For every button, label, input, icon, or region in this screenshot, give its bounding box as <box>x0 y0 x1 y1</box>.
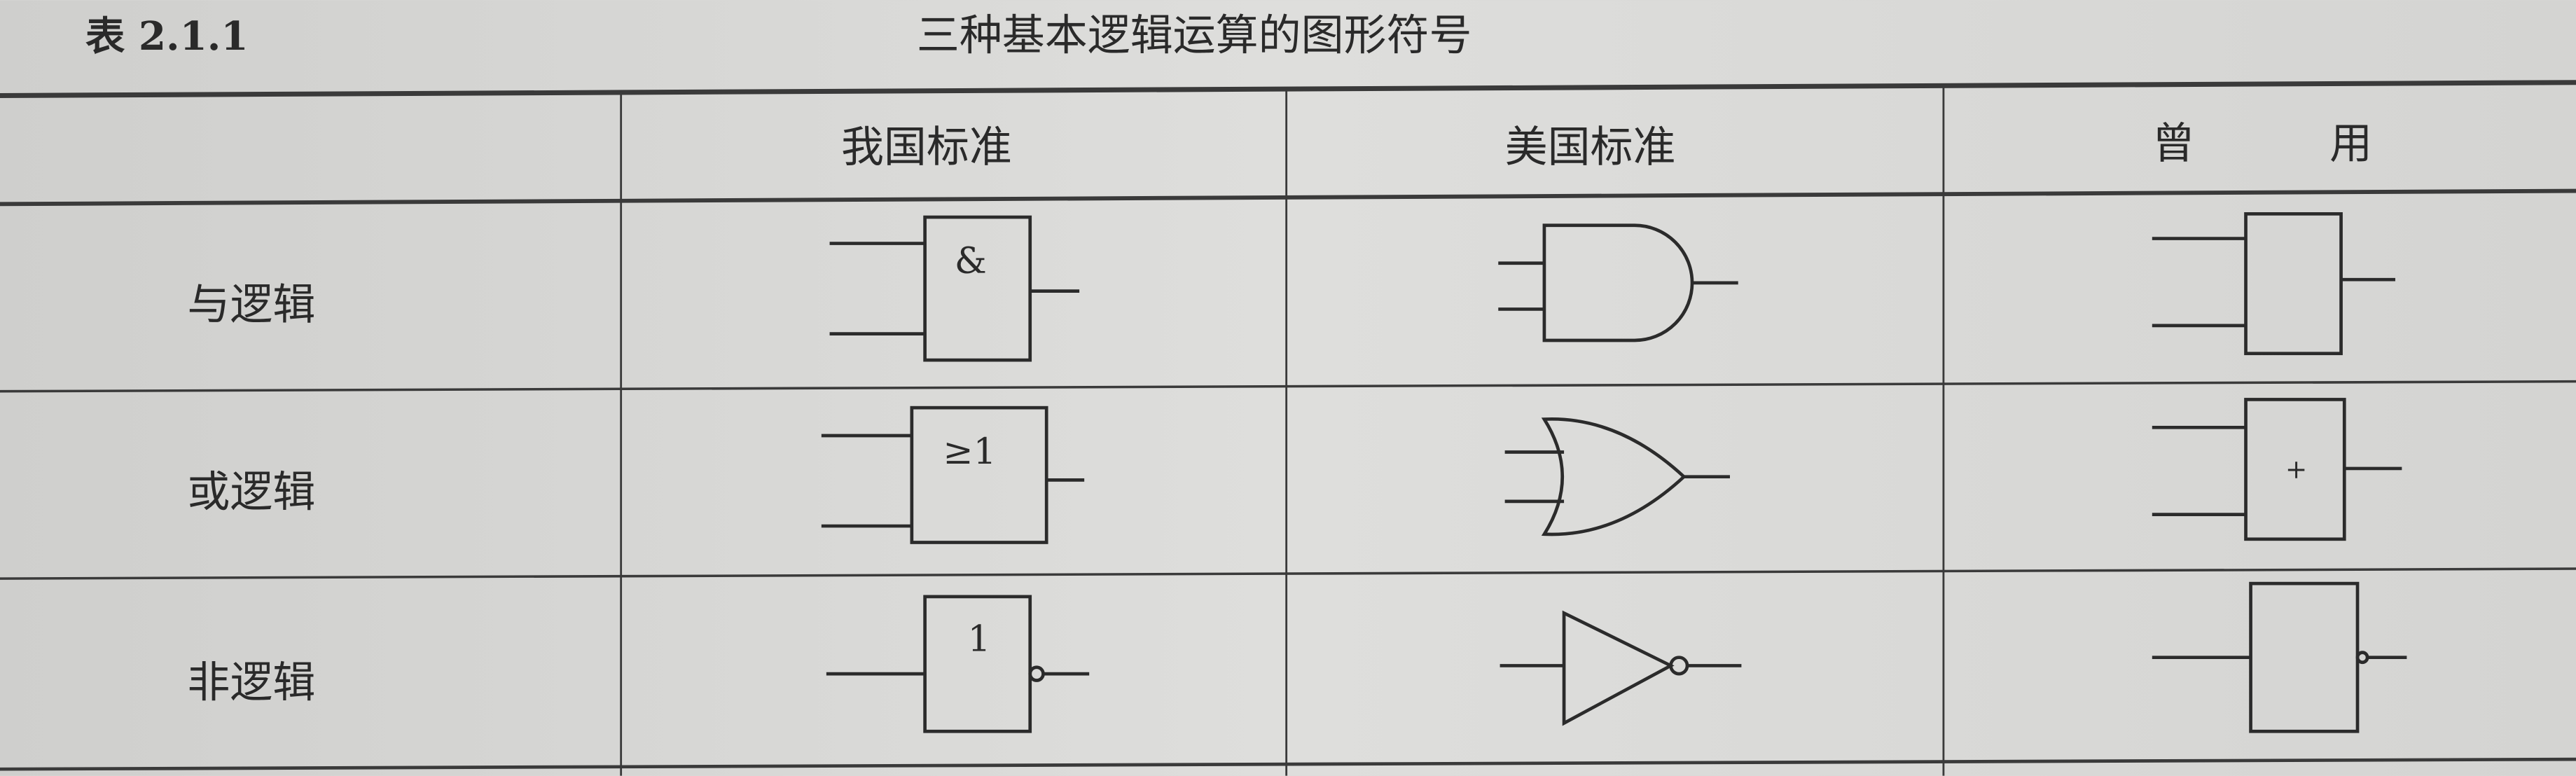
row-label-or: 或逻辑 <box>187 467 315 517</box>
or-old-symbol-text: + <box>2285 454 2307 485</box>
header-cn-standard: 我国标准 <box>841 122 1012 172</box>
not-symbol-text: 1 <box>968 618 991 660</box>
header-formerly-used-1: 曾 <box>2152 119 2195 169</box>
logic-symbols-table: 表 2.1.1 三种基本逻辑运算的图形符号 我国标准 美国标准 曾 用 与逻辑 … <box>0 0 2576 776</box>
page-background <box>0 0 2576 776</box>
table-title: 三种基本逻辑运算的图形符号 <box>917 11 1472 60</box>
or-symbol-text: ≥1 <box>943 431 996 473</box>
header-formerly-used-2: 用 <box>2329 119 2372 169</box>
header-us-standard: 美国标准 <box>1505 122 1676 172</box>
table-number: 表 2.1.1 <box>85 13 249 60</box>
row-label-not: 非逻辑 <box>187 658 315 707</box>
and-symbol-text: & <box>955 240 987 282</box>
row-label-and: 与逻辑 <box>187 279 315 329</box>
